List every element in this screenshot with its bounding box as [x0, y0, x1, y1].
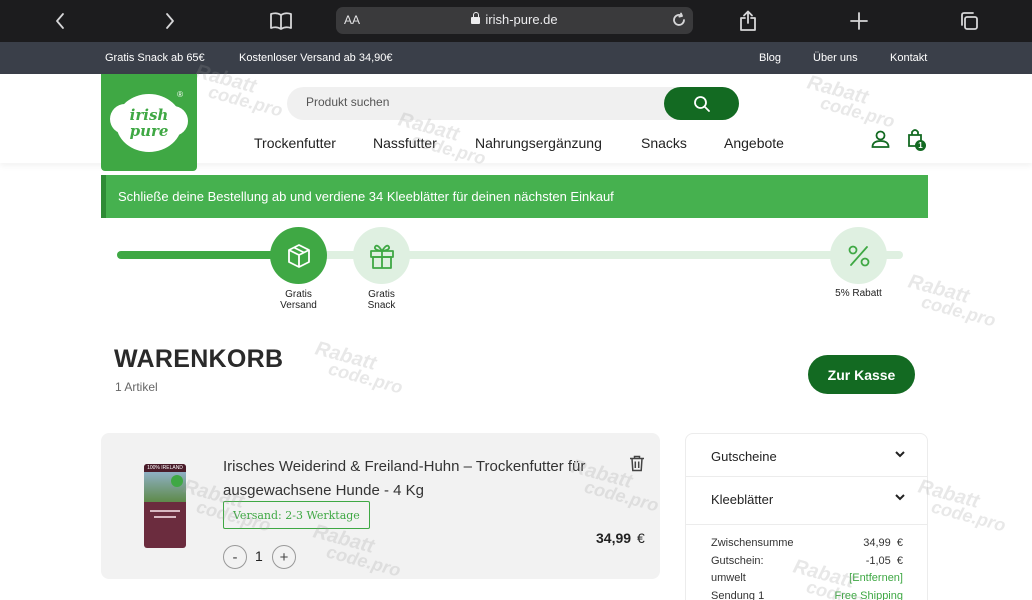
browser-toolbar: AA irish-pure.de	[0, 0, 1032, 42]
promo-free-snack: Gratis Snack ab 65€	[105, 52, 205, 64]
product-image-line	[150, 510, 180, 512]
account-icon[interactable]	[871, 130, 890, 153]
cart-icon[interactable]: 1	[907, 128, 929, 157]
vouchers-accordion[interactable]: Gutscheine	[686, 434, 927, 477]
reload-icon[interactable]	[671, 12, 687, 31]
watermark: Rabatt code.pro	[309, 337, 408, 398]
nav-snacks[interactable]: Snacks	[641, 135, 687, 151]
lock-icon	[471, 12, 481, 24]
subtotal-value: 34,99 €	[863, 537, 903, 549]
milestone-label-snack-1: Gratis	[368, 289, 395, 300]
link-contact[interactable]: Kontakt	[890, 52, 927, 64]
milestone-free-snack	[353, 227, 410, 284]
link-blog[interactable]: Blog	[759, 52, 781, 64]
chevron-right-icon[interactable]	[155, 0, 185, 42]
chevron-down-icon	[895, 451, 905, 458]
vouchers-label: Gutscheine	[711, 449, 777, 464]
product-name[interactable]: Irisches Weiderind & Freiland-Huhn – Tro…	[223, 455, 613, 503]
shipping-badge: Versand: 2-3 Werktage	[223, 501, 370, 529]
cart-item: 100% IRELAND Irisches Weiderind & Freila…	[101, 433, 660, 579]
logo-text-irish: irish	[129, 105, 169, 124]
milestone-label-shipping: Gratis Versand	[268, 289, 329, 311]
watermark-line-2: code.pro	[326, 358, 405, 398]
item-price-currency: €	[637, 530, 645, 546]
link-about[interactable]: Über uns	[813, 52, 858, 64]
milestone-label-snack-2: Snack	[367, 300, 396, 311]
search-bar	[287, 87, 739, 120]
voucher-value: -1,05 €	[865, 555, 903, 567]
cart-item-count: 1 Artikel	[115, 380, 158, 394]
tabs-icon[interactable]	[955, 0, 983, 42]
chevron-down-icon	[895, 494, 905, 501]
logo-cloud: irish pure	[110, 93, 188, 152]
shipment-row: Sendung 1 Free Shipping	[711, 590, 903, 600]
voucher-label: Gutschein:	[711, 555, 764, 567]
product-image-line-2	[154, 516, 176, 518]
gift-icon	[369, 244, 394, 269]
cart-count-badge: 1	[915, 140, 926, 151]
subtotal-row: Zwischensumme 34,99 €	[711, 537, 903, 549]
quantity-value: 1	[255, 548, 263, 564]
address-bar[interactable]: AA irish-pure.de	[336, 7, 693, 34]
shipment-label: Sendung 1	[711, 590, 765, 600]
watermark-line-1: Rabatt	[312, 337, 379, 375]
watermark: Rabatt code.pro	[902, 270, 1001, 331]
milestone-discount	[830, 227, 887, 284]
watermark-line-1: Rabatt	[905, 270, 972, 308]
milestone-label-shipping-2: Versand	[280, 300, 317, 311]
remove-voucher-link[interactable]: [Entfernen]	[849, 572, 903, 584]
milestone-label-discount: 5% Rabatt	[835, 288, 882, 299]
promo-free-shipping: Kostenloser Versand ab 34,90€	[239, 52, 393, 64]
logo[interactable]: irish pure ®	[101, 74, 197, 171]
logo-text-pure: pure	[129, 121, 169, 140]
product-image[interactable]: 100% IRELAND	[144, 464, 186, 548]
item-price-value: 34,99	[596, 530, 632, 546]
product-image-badge	[171, 475, 183, 487]
subtotal-label: Zwischensumme	[711, 537, 794, 549]
trash-icon[interactable]	[629, 455, 645, 477]
item-price: 34,99 €	[596, 530, 645, 546]
nav-wet-food[interactable]: Nassfutter	[373, 135, 437, 151]
shipment-value: Free Shipping	[834, 590, 904, 600]
reward-banner: Schließe deine Bestellung ab und verdien…	[101, 175, 928, 218]
logo-registered: ®	[177, 90, 183, 99]
milestone-label-shipping-1: Gratis	[285, 289, 312, 300]
plus-icon[interactable]	[845, 0, 873, 42]
watermark-line-2: code.pro	[919, 291, 998, 331]
voucher-code: umwelt	[711, 572, 746, 584]
chevron-left-icon[interactable]	[45, 0, 75, 42]
reward-banner-text: Schließe deine Bestellung ab und verdien…	[118, 189, 614, 204]
voucher-code-row: umwelt [Entfernen]	[711, 572, 903, 584]
book-icon[interactable]	[266, 0, 296, 42]
nav-dry-food[interactable]: Trockenfutter	[254, 135, 336, 151]
voucher-row: Gutschein: -1,05 €	[711, 555, 903, 567]
search-button[interactable]	[664, 87, 739, 120]
percent-icon	[848, 245, 869, 266]
checkout-button[interactable]: Zur Kasse	[808, 355, 915, 394]
url-text: irish-pure.de	[485, 12, 558, 27]
url-host: irish-pure.de	[336, 12, 693, 27]
milestone-label-snack: Gratis Snack	[351, 289, 412, 311]
clover-accordion[interactable]: Kleeblätter	[686, 477, 927, 520]
search-input[interactable]	[306, 95, 646, 109]
clover-label: Kleeblätter	[711, 492, 774, 507]
order-summary: Gutscheine Kleeblätter Zwischensumme 34,…	[685, 433, 928, 600]
nav-offers[interactable]: Angebote	[724, 135, 784, 151]
share-icon[interactable]	[734, 0, 762, 42]
box-icon	[287, 243, 310, 268]
search-icon	[693, 95, 710, 112]
product-image-banner: 100% IRELAND	[144, 464, 186, 472]
summary-divider	[686, 524, 927, 525]
quantity-decrease-button[interactable]: -	[223, 545, 247, 569]
promo-bar: Gratis Snack ab 65€ Kostenloser Versand …	[0, 42, 1032, 74]
milestone-free-shipping	[270, 227, 327, 284]
page-title: WARENKORB	[114, 345, 284, 373]
quantity-increase-button[interactable]: +	[272, 545, 296, 569]
nav-supplements[interactable]: Nahrungsergänzung	[475, 135, 602, 151]
